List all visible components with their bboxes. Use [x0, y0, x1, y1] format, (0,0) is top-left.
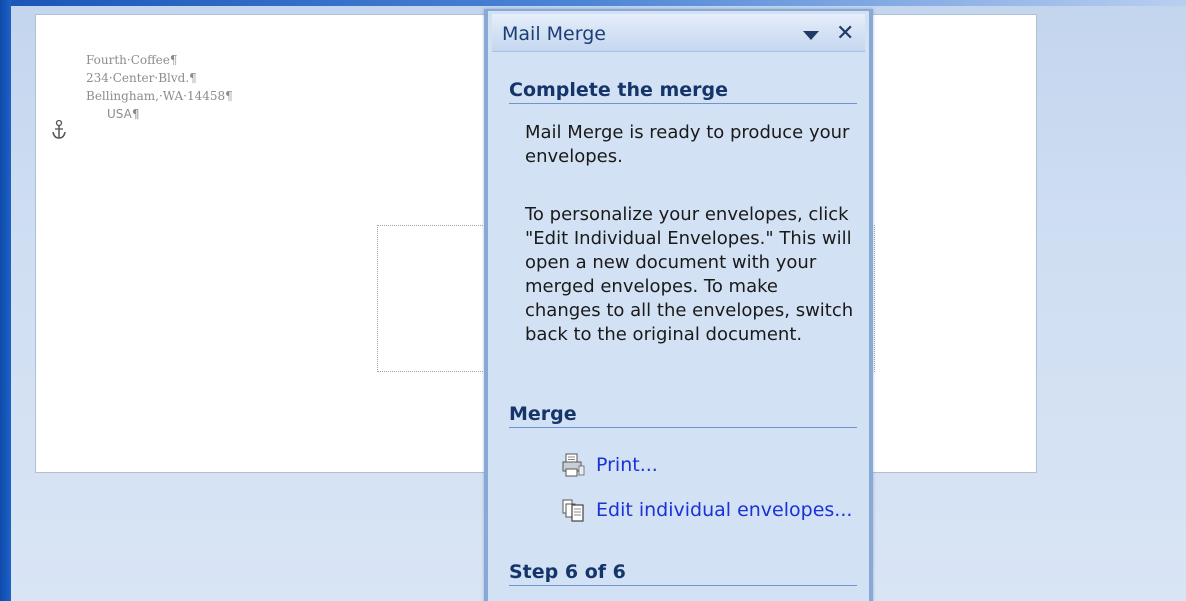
window-top-edge — [0, 0, 1186, 6]
return-address-line-3: Bellingham,·WA·14458¶ — [86, 89, 233, 103]
edit-individual-envelopes-link[interactable]: Edit individual envelopes... — [560, 497, 852, 523]
documents-icon — [562, 499, 584, 522]
pane-header: Mail Merge ✕ — [492, 14, 865, 52]
pane-title: Mail Merge — [502, 23, 606, 45]
window-left-edge — [0, 0, 11, 601]
edit-envelopes-label: Edit individual envelopes... — [596, 499, 853, 521]
ready-text: Mail Merge is ready to produce your enve… — [525, 122, 850, 167]
print-link[interactable]: Print... — [560, 452, 658, 478]
return-address-line-2: 234·Center·Blvd.¶ — [86, 71, 197, 85]
return-address-line-1: Fourth·Coffee¶ — [86, 53, 178, 67]
return-address[interactable]: Fourth·Coffee¶ 234·Center·Blvd.¶ Belling… — [86, 51, 233, 123]
anchor-icon — [52, 119, 66, 139]
section-heading-complete: Complete the merge — [509, 79, 857, 104]
mail-merge-task-pane: Mail Merge ✕ Complete the merge Mail Mer… — [484, 9, 873, 601]
printer-icon — [562, 453, 585, 477]
dropdown-arrow-icon[interactable] — [803, 31, 819, 40]
personalize-text: To personalize your envelopes, click "Ed… — [525, 204, 854, 345]
return-address-line-4: USA¶ — [107, 107, 140, 121]
section-heading-step: Step 6 of 6 — [509, 561, 857, 586]
close-icon[interactable]: ✕ — [836, 20, 854, 48]
section-heading-merge: Merge — [509, 403, 857, 428]
print-label: Print... — [596, 454, 658, 476]
